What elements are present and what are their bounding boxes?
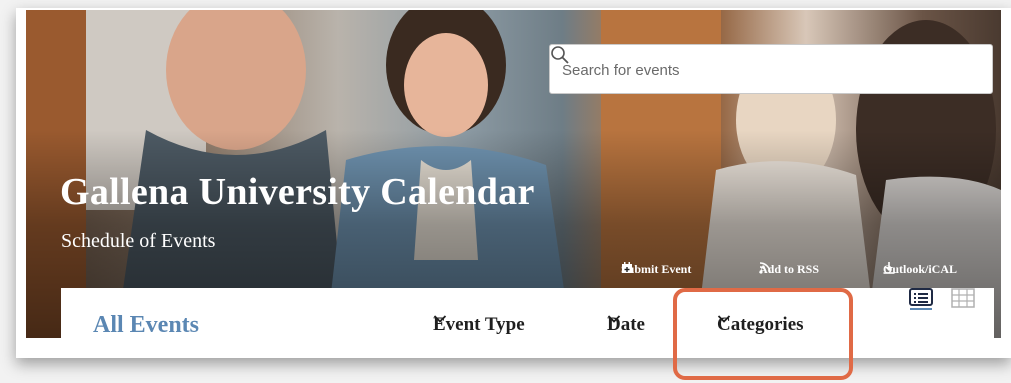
all-events-heading: All Events xyxy=(93,312,200,338)
page-subtitle: Schedule of Events xyxy=(61,230,216,252)
event-type-filter[interactable]: Event Type xyxy=(433,314,525,336)
download-icon xyxy=(883,262,895,274)
calendar-actions: Submit Event Add to RSS Outlook/iCAL xyxy=(621,262,1001,282)
chevron-down-icon xyxy=(607,315,621,323)
list-view-icon[interactable] xyxy=(909,288,935,310)
search-box[interactable] xyxy=(549,44,993,94)
page: Gallena University Calendar Schedule of … xyxy=(16,8,1011,358)
date-filter[interactable]: Date xyxy=(607,314,645,336)
search-input[interactable] xyxy=(560,57,944,83)
search-icon[interactable] xyxy=(550,45,570,65)
page-title: Gallena University Calendar xyxy=(60,171,535,213)
grid-view-icon[interactable] xyxy=(951,288,977,310)
events-toolbar: All Events Event Type Date Categories xyxy=(61,288,994,338)
outlook-ical-link[interactable]: Outlook/iCAL xyxy=(883,262,957,277)
categories-highlight-box xyxy=(673,288,853,380)
chevron-down-icon xyxy=(433,315,447,323)
add-to-rss-link[interactable]: Add to RSS xyxy=(759,262,819,277)
rss-icon xyxy=(759,262,771,274)
calendar-plus-icon xyxy=(622,262,632,273)
submit-event-link[interactable]: Submit Event xyxy=(621,262,691,277)
screenshot-frame: Gallena University Calendar Schedule of … xyxy=(0,0,1011,383)
hero-banner: Gallena University Calendar Schedule of … xyxy=(26,10,1001,338)
